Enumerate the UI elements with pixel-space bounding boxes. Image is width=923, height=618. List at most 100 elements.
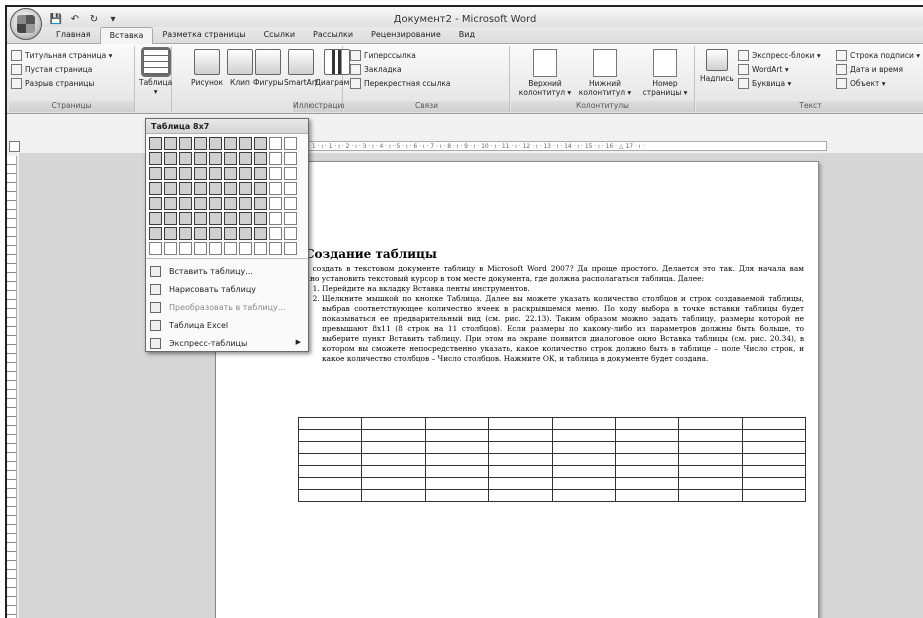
- menu-item-2[interactable]: Преобразовать в таблицу...: [146, 298, 308, 316]
- table-cell[interactable]: [297, 477, 363, 490]
- table-cell[interactable]: [297, 489, 363, 502]
- table-size-cell[interactable]: [269, 167, 282, 180]
- table-size-cell[interactable]: [224, 182, 237, 195]
- table-cell[interactable]: [488, 489, 553, 502]
- table-size-cell[interactable]: [209, 197, 222, 210]
- table-size-cell[interactable]: [164, 167, 177, 180]
- table-size-cell[interactable]: [239, 212, 252, 225]
- picture-button[interactable]: Рисунок: [191, 49, 223, 87]
- table-cell[interactable]: [614, 477, 680, 490]
- table-size-cell[interactable]: [269, 227, 282, 240]
- table-size-cell[interactable]: [194, 167, 207, 180]
- table-size-cell[interactable]: [209, 152, 222, 165]
- table-size-cell[interactable]: [284, 167, 297, 180]
- table-size-cell[interactable]: [164, 212, 177, 225]
- table-cell[interactable]: [361, 429, 426, 442]
- table-size-cell[interactable]: [194, 152, 207, 165]
- table-size-cell[interactable]: [269, 137, 282, 150]
- table-size-cell[interactable]: [224, 197, 237, 210]
- table-size-cell[interactable]: [194, 197, 207, 210]
- table-cell[interactable]: [361, 489, 426, 502]
- table-size-cell[interactable]: [179, 242, 192, 255]
- hyperlink-button[interactable]: Гиперссылка: [350, 48, 451, 62]
- menu-item-3[interactable]: Таблица Excel: [146, 316, 308, 334]
- table-size-cell[interactable]: [149, 212, 162, 225]
- table-cell[interactable]: [361, 477, 426, 490]
- table-cell[interactable]: [424, 465, 490, 478]
- date-time-button[interactable]: Дата и время: [836, 62, 920, 76]
- table-size-cell[interactable]: [149, 137, 162, 150]
- table-size-cell[interactable]: [209, 242, 222, 255]
- table-cell[interactable]: [551, 453, 616, 466]
- table-size-cell[interactable]: [209, 212, 222, 225]
- table-cell[interactable]: [361, 465, 426, 478]
- table-size-cell[interactable]: [224, 227, 237, 240]
- table-cell[interactable]: [551, 465, 616, 478]
- table-size-cell[interactable]: [224, 152, 237, 165]
- vertical-ruler[interactable]: [7, 156, 17, 618]
- table-size-cell[interactable]: [284, 242, 297, 255]
- table-cell[interactable]: [614, 441, 680, 454]
- table-size-cell[interactable]: [179, 167, 192, 180]
- menu-item-4[interactable]: Экспресс-таблицы ▶: [146, 334, 308, 352]
- table-cell[interactable]: [297, 417, 363, 430]
- table-cell[interactable]: [614, 429, 680, 442]
- table-size-cell[interactable]: [239, 227, 252, 240]
- table-cell[interactable]: [551, 417, 616, 430]
- table-size-cell[interactable]: [224, 212, 237, 225]
- table-size-cell[interactable]: [239, 197, 252, 210]
- table-size-cell[interactable]: [209, 182, 222, 195]
- document-table[interactable]: [297, 417, 807, 502]
- tab-5[interactable]: Рецензирование: [362, 27, 450, 44]
- table-cell[interactable]: [741, 453, 807, 466]
- table-size-cell[interactable]: [149, 242, 162, 255]
- table-size-cell[interactable]: [164, 137, 177, 150]
- undo-icon[interactable]: ↶: [68, 12, 82, 26]
- table-cell[interactable]: [424, 429, 490, 442]
- cover-page-button[interactable]: Титульная страница ▾: [11, 48, 112, 62]
- table-size-cell[interactable]: [164, 242, 177, 255]
- table-cell[interactable]: [488, 453, 553, 466]
- table-size-cell[interactable]: [254, 242, 267, 255]
- table-cell[interactable]: [741, 477, 807, 490]
- table-size-cell[interactable]: [179, 197, 192, 210]
- table-size-cell[interactable]: [239, 152, 252, 165]
- tab-3[interactable]: Ссылки: [255, 27, 304, 44]
- quick-parts-button[interactable]: Экспресс-блоки ▾: [738, 48, 821, 62]
- table-cell[interactable]: [678, 477, 743, 490]
- horizontal-ruler[interactable]: · 1 · ı · 1 · ı · 2 · ı · 3 · ı · 4 · ı …: [307, 141, 827, 151]
- table-cell[interactable]: [551, 489, 616, 502]
- table-size-cell[interactable]: [224, 242, 237, 255]
- table-size-cell[interactable]: [284, 197, 297, 210]
- wordart-button[interactable]: WordArt ▾: [738, 62, 821, 76]
- table-size-cell[interactable]: [269, 197, 282, 210]
- table-cell[interactable]: [424, 453, 490, 466]
- table-size-cell[interactable]: [254, 197, 267, 210]
- table-size-cell[interactable]: [194, 212, 207, 225]
- table-size-cell[interactable]: [149, 227, 162, 240]
- table-cell[interactable]: [361, 453, 426, 466]
- table-size-cell[interactable]: [179, 137, 192, 150]
- save-icon[interactable]: 💾: [49, 12, 63, 26]
- table-size-cell[interactable]: [254, 167, 267, 180]
- table-size-cell[interactable]: [194, 227, 207, 240]
- table-size-cell[interactable]: [254, 227, 267, 240]
- table-cell[interactable]: [741, 417, 807, 430]
- table-size-cell[interactable]: [239, 167, 252, 180]
- table-size-cell[interactable]: [179, 182, 192, 195]
- textbox-button[interactable]: Надпись: [700, 49, 734, 83]
- table-cell[interactable]: [678, 489, 743, 502]
- tab-4[interactable]: Рассылки: [304, 27, 362, 44]
- page-break-button[interactable]: Разрыв страницы: [11, 76, 112, 90]
- menu-item-1[interactable]: Нарисовать таблицу: [146, 280, 308, 298]
- customize-icon[interactable]: ▾: [106, 12, 120, 26]
- table-size-cell[interactable]: [194, 182, 207, 195]
- drop-cap-button[interactable]: Буквица ▾: [738, 76, 821, 90]
- table-cell[interactable]: [488, 465, 553, 478]
- table-size-cell[interactable]: [209, 137, 222, 150]
- table-cell[interactable]: [678, 417, 743, 430]
- smartart-button[interactable]: SmartArt: [284, 49, 318, 87]
- table-cell[interactable]: [488, 417, 553, 430]
- table-size-cell[interactable]: [284, 152, 297, 165]
- table-size-cell[interactable]: [284, 137, 297, 150]
